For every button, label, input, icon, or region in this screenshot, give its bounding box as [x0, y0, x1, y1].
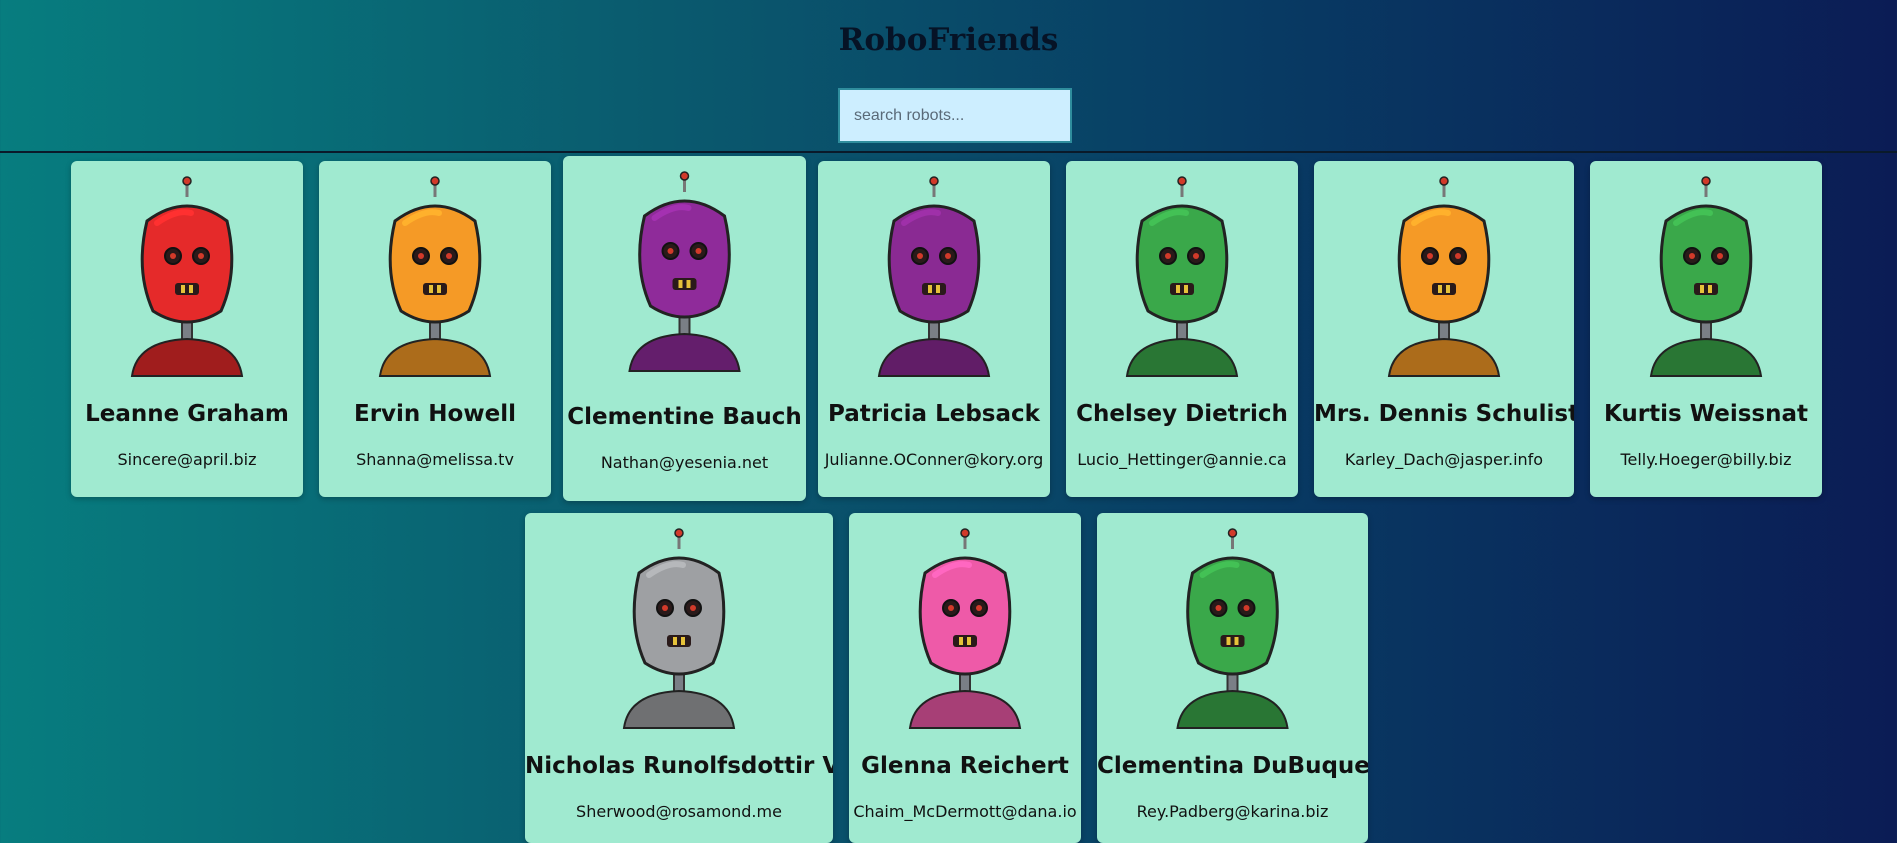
robot-email: Karley_Dach@jasper.info [1344, 450, 1544, 469]
robot-email: Nathan@yesenia.net [600, 453, 769, 472]
pink-robot-avatar [908, 528, 1022, 729]
robot-card: Clementine Bauch Nathan@yesenia.net [563, 156, 806, 501]
robot-name: Glenna Reichert [861, 753, 1069, 779]
robot-email: Telly.Hoeger@billy.biz [1620, 450, 1792, 469]
robot-name: Nicholas Runolfsdottir V [525, 753, 833, 779]
robot-email: Chaim_McDermott@dana.io [853, 802, 1077, 821]
robot-email: Lucio_Hettinger@annie.ca [1077, 450, 1287, 469]
green-robot-avatar [1125, 176, 1239, 377]
robot-card: Chelsey Dietrich Lucio_Hettinger@annie.ca [1066, 161, 1298, 497]
orange-robot-avatar [378, 176, 492, 377]
gray-robot-avatar [622, 528, 736, 729]
robot-card: Mrs. Dennis Schulist Karley_Dach@jasper.i… [1314, 161, 1574, 497]
robot-email: Rey.Padberg@karina.biz [1136, 802, 1329, 821]
robot-name: Clementine Bauch [567, 404, 802, 430]
robot-card: Glenna Reichert Chaim_McDermott@dana.io [849, 513, 1081, 843]
red-robot-avatar [130, 176, 244, 377]
robot-email: Julianne.OConner@kory.org [824, 450, 1044, 469]
robot-email: Shanna@melissa.tv [356, 450, 514, 469]
robot-name: Ervin Howell [354, 401, 516, 427]
purple-robot-avatar [877, 176, 991, 377]
robot-name: Kurtis Weissnat [1603, 401, 1808, 427]
robot-name: Leanne Graham [85, 401, 289, 427]
robot-name: Patricia Lebsack [828, 401, 1040, 427]
robot-name: Mrs. Dennis Schulist [1314, 401, 1574, 427]
robot-card: Kurtis Weissnat Telly.Hoeger@billy.biz [1590, 161, 1822, 497]
robot-name: Chelsey Dietrich [1076, 401, 1288, 427]
purple-robot-avatar [628, 171, 741, 372]
robot-email: Sherwood@rosamond.me [576, 802, 782, 821]
robot-card: Ervin Howell Shanna@melissa.tv [319, 161, 551, 497]
header: RoboFriends [0, 0, 1897, 153]
app-title: RoboFriends [838, 22, 1059, 58]
robot-card: Patricia Lebsack Julianne.OConner@kory.or… [818, 161, 1050, 497]
robot-card: Clementina DuBuque Rey.Padberg@karina.biz [1097, 513, 1368, 843]
green-robot-avatar [1176, 528, 1289, 729]
robot-email: Sincere@april.biz [117, 450, 257, 469]
orange-robot-avatar [1387, 176, 1501, 377]
search-input[interactable] [838, 88, 1072, 143]
robot-name: Clementina DuBuque [1097, 753, 1368, 779]
green-robot-avatar [1649, 176, 1763, 377]
robot-card: Nicholas Runolfsdottir V Sherwood@rosamon… [525, 513, 833, 843]
robot-card: Leanne Graham Sincere@april.biz [71, 161, 303, 497]
